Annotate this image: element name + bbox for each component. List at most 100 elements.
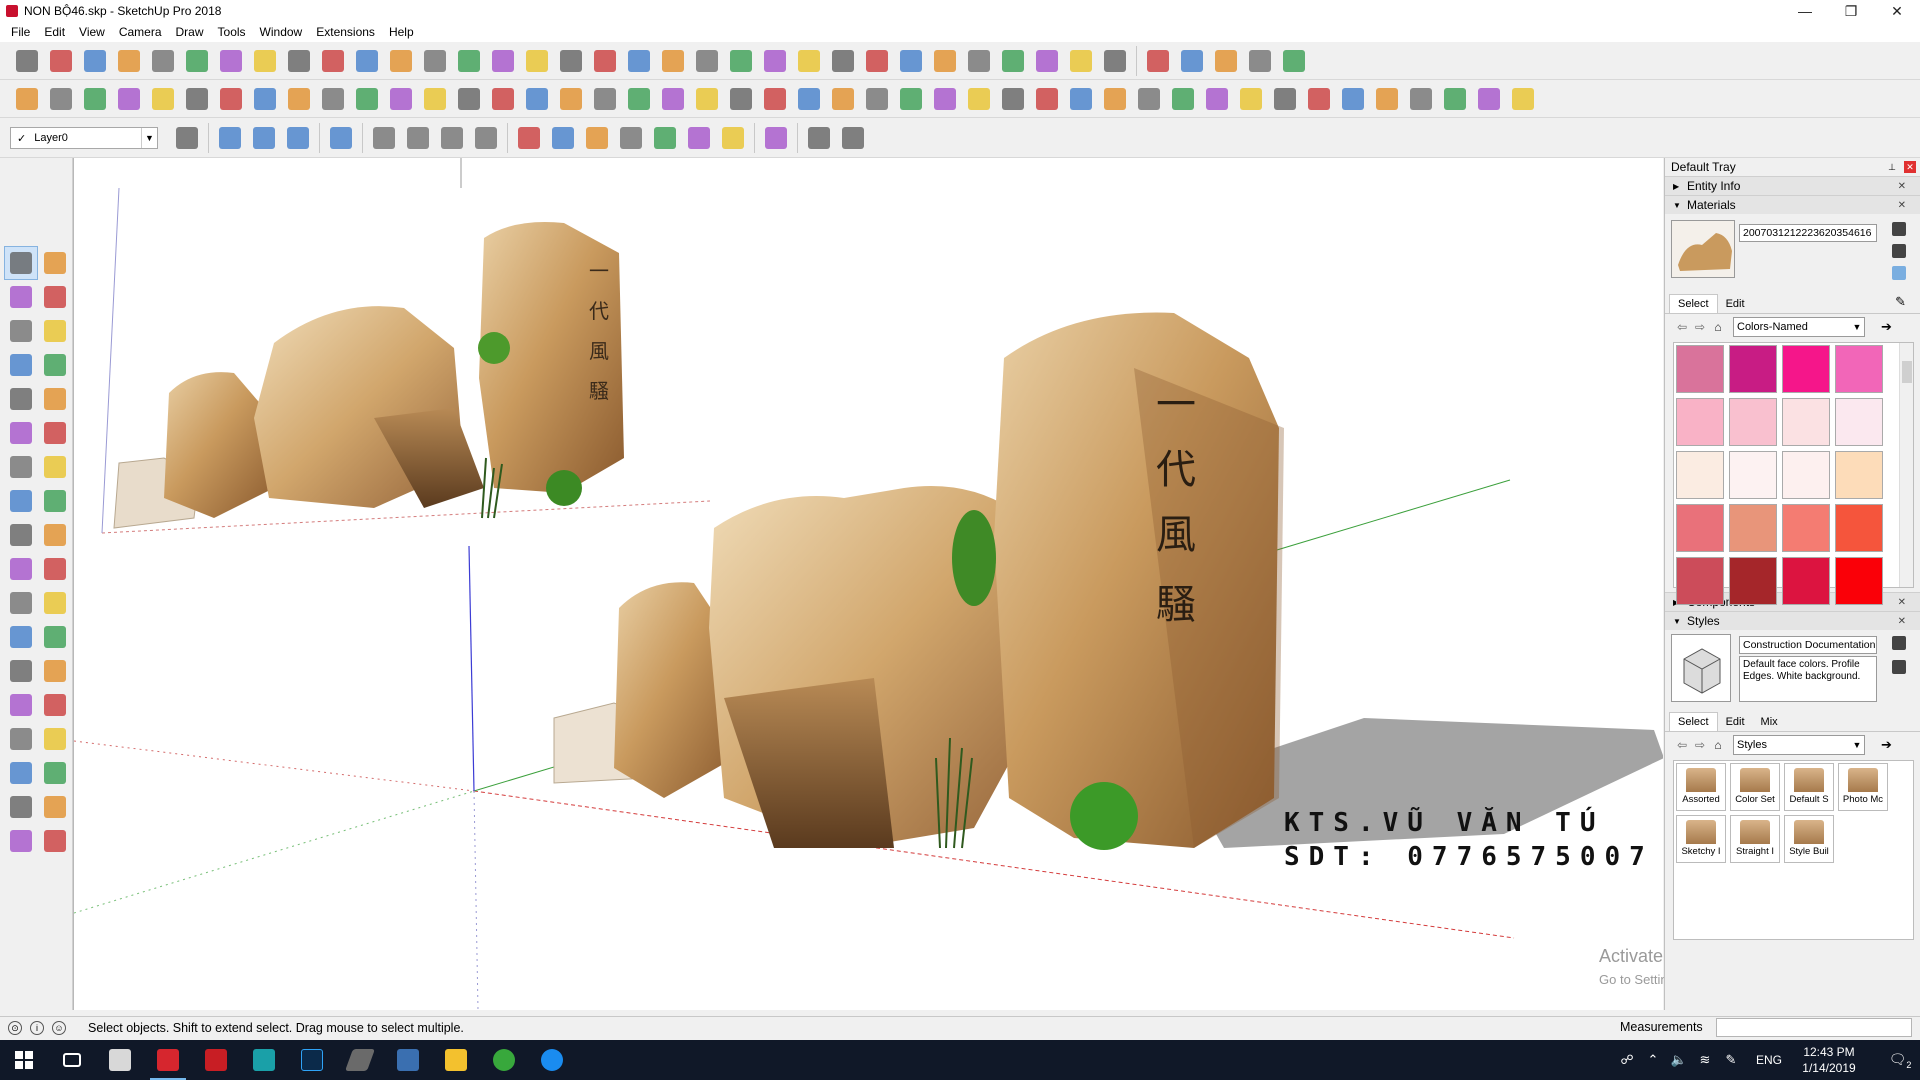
menu-window[interactable]: Window — [253, 22, 310, 42]
toolbar-tool-button[interactable] — [247, 121, 281, 155]
taskbar-app-browser[interactable] — [480, 1040, 528, 1080]
toolbar-tool-button[interactable] — [44, 82, 78, 116]
large-tool-button[interactable] — [38, 416, 72, 450]
material-name-field[interactable]: 2007031212223620354616 — [1739, 224, 1877, 242]
toolbar-tool-button[interactable] — [10, 44, 44, 78]
toolbar-tool-button[interactable] — [792, 44, 826, 78]
material-swatch[interactable] — [1835, 504, 1883, 552]
create-style-icon[interactable] — [1892, 636, 1906, 650]
menu-help[interactable]: Help — [382, 22, 421, 42]
style-collection-item[interactable]: Sketchy I — [1676, 815, 1726, 863]
large-tool-button[interactable] — [38, 620, 72, 654]
toolbar-tool-button[interactable] — [759, 121, 793, 155]
large-tool-button[interactable] — [4, 314, 38, 348]
toolbar-tool-button[interactable] — [112, 44, 146, 78]
tab-styles-select[interactable]: Select — [1669, 712, 1718, 731]
toolbar-tool-button[interactable] — [1370, 82, 1404, 116]
large-tool-button[interactable] — [4, 484, 38, 518]
large-tool-button[interactable] — [4, 280, 38, 314]
toolbar-tool-button[interactable] — [554, 82, 588, 116]
toolbar-tool-button[interactable] — [78, 82, 112, 116]
taskbar-app-file-explorer[interactable] — [432, 1040, 480, 1080]
toolbar-tool-button[interactable] — [248, 44, 282, 78]
toolbar-tool-button[interactable] — [1438, 82, 1472, 116]
large-tool-button[interactable] — [4, 824, 38, 858]
toolbar-tool-button[interactable] — [648, 121, 682, 155]
large-tool-button[interactable] — [4, 552, 38, 586]
material-swatch[interactable] — [1676, 345, 1724, 393]
task-view-button[interactable] — [48, 1040, 96, 1080]
toolbar-tool-button[interactable] — [1404, 82, 1438, 116]
details-arrow-icon[interactable]: ➔ — [1881, 319, 1892, 335]
material-swatch[interactable] — [1782, 398, 1830, 446]
toolbar-tool-button[interactable] — [758, 82, 792, 116]
toolbar-tool-button[interactable] — [758, 44, 792, 78]
material-swatch[interactable] — [1835, 557, 1883, 605]
details-arrow-icon[interactable]: ➔ — [1881, 737, 1892, 753]
style-collection-item[interactable]: Style Buil — [1784, 815, 1834, 863]
tab-materials-edit[interactable]: Edit — [1718, 295, 1753, 313]
toolbar-tool-button[interactable] — [367, 121, 401, 155]
toolbar-tool-button[interactable] — [996, 44, 1030, 78]
tray-close-icon[interactable]: ✕ — [1904, 161, 1916, 173]
menu-tools[interactable]: Tools — [211, 22, 253, 42]
material-swatch[interactable] — [1782, 345, 1830, 393]
taskbar-app-autodesk[interactable] — [240, 1040, 288, 1080]
large-tool-button[interactable] — [38, 382, 72, 416]
materials-library-dropdown[interactable]: Colors-Named ▼ — [1733, 317, 1865, 337]
toolbar-tool-button[interactable] — [418, 44, 452, 78]
toolbar-tool-button[interactable] — [962, 44, 996, 78]
clock[interactable]: 12:43 PM 1/14/2019 — [1794, 1044, 1864, 1076]
home-icon[interactable]: ⌂ — [1709, 320, 1727, 334]
toolbar-tool-button[interactable] — [802, 121, 836, 155]
select-tool-button[interactable] — [4, 246, 38, 280]
menu-edit[interactable]: Edit — [37, 22, 72, 42]
material-swatch[interactable] — [1835, 451, 1883, 499]
toolbar-tool-button[interactable] — [350, 44, 384, 78]
toolbar-tool-button[interactable] — [622, 44, 656, 78]
material-swatch[interactable] — [1729, 398, 1777, 446]
taskbar-app-image-viewer[interactable] — [96, 1040, 144, 1080]
paint-bucket-icon[interactable] — [1892, 244, 1906, 258]
forward-arrow-icon[interactable]: ⇨ — [1691, 320, 1709, 334]
large-tool-button[interactable] — [4, 688, 38, 722]
home-icon[interactable]: ⌂ — [1709, 738, 1727, 752]
toolbar-tool-button[interactable] — [1243, 44, 1277, 78]
toolbar-tool-button[interactable] — [316, 44, 350, 78]
toolbar-tool-button[interactable] — [682, 121, 716, 155]
large-tool-button[interactable] — [4, 722, 38, 756]
toolbar-tool-button[interactable] — [894, 44, 928, 78]
toolbar-tool-button[interactable] — [401, 121, 435, 155]
toolbar-tool-button[interactable] — [1030, 82, 1064, 116]
toolbar-tool-button[interactable] — [469, 121, 503, 155]
pin-icon[interactable]: ⊥ — [1886, 162, 1898, 173]
toolbar-tool-button[interactable] — [486, 44, 520, 78]
panel-close-icon[interactable]: ✕ — [1898, 616, 1906, 627]
style-description-field[interactable]: Default face colors. Profile Edges. Whit… — [1739, 656, 1877, 702]
toolbar-tool-button[interactable] — [860, 44, 894, 78]
notification-center-button[interactable]: 🗨2 — [1880, 1051, 1920, 1070]
chevron-up-icon[interactable]: ⌃ — [1640, 1052, 1666, 1068]
toolbar-tool-button[interactable] — [248, 82, 282, 116]
toolbar-tool-button[interactable] — [452, 44, 486, 78]
toolbar-tool-button[interactable] — [10, 82, 44, 116]
large-tool-button[interactable] — [38, 450, 72, 484]
large-tool-button[interactable] — [38, 518, 72, 552]
toolbar-tool-button[interactable] — [1132, 82, 1166, 116]
info-icon[interactable]: i — [30, 1020, 44, 1035]
material-swatch[interactable] — [1729, 557, 1777, 605]
tab-styles-edit[interactable]: Edit — [1718, 713, 1753, 731]
material-swatch[interactable] — [1676, 557, 1724, 605]
language-indicator[interactable]: ENG — [1756, 1053, 1782, 1067]
toolbar-tool-button[interactable] — [350, 82, 384, 116]
minimize-button[interactable]: — — [1782, 0, 1828, 22]
toolbar-tool-button[interactable] — [962, 82, 996, 116]
toolbar-tool-button[interactable] — [1064, 44, 1098, 78]
swatch-scrollbar[interactable] — [1899, 343, 1913, 587]
menu-draw[interactable]: Draw — [169, 22, 211, 42]
model-viewport[interactable]: 一 代 風 騷 一 代 風 騷 KTS.VŨ VĂN TÚ SDT: 07765… — [73, 158, 1663, 1010]
toolbar-tool-button[interactable] — [324, 121, 358, 155]
toolbar-tool-button[interactable] — [1277, 44, 1311, 78]
large-tool-button[interactable] — [38, 790, 72, 824]
close-button[interactable]: ✕ — [1874, 0, 1920, 22]
